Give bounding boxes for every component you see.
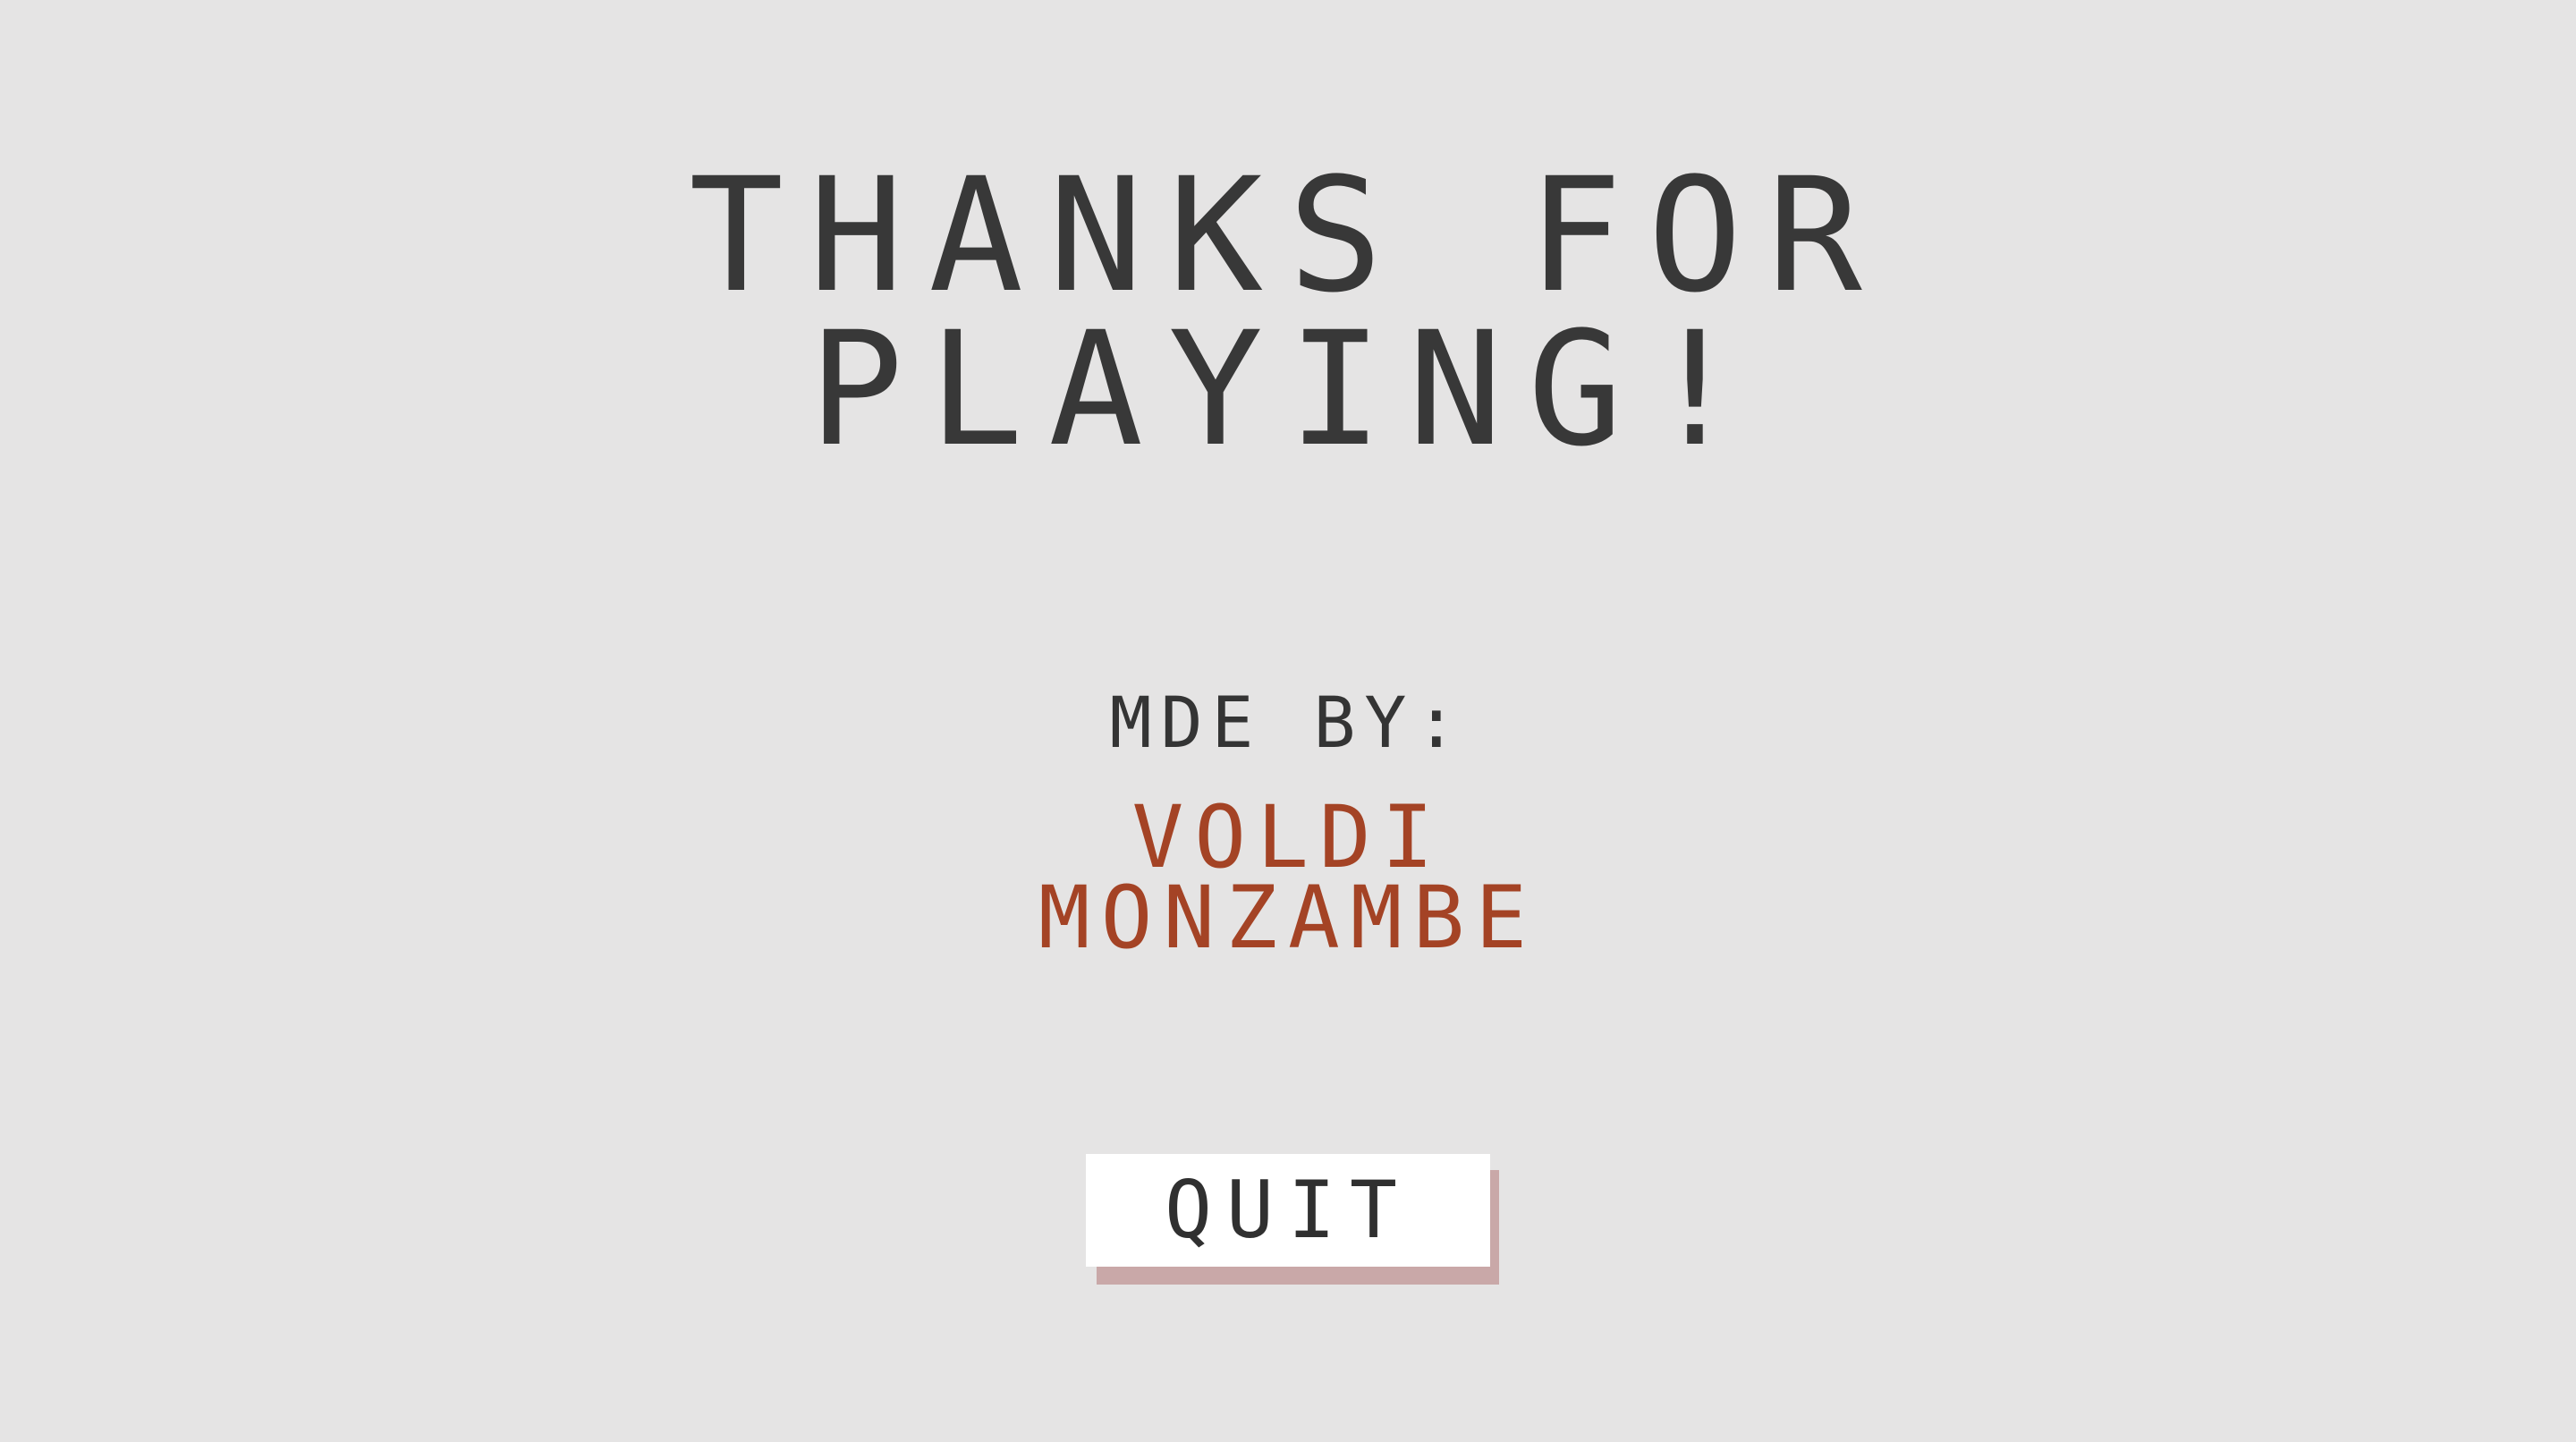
made-by-label: MDE BY: (1109, 683, 1467, 764)
thanks-title-line-2: PLAYING! (809, 298, 1767, 481)
quit-button[interactable]: QUIT (1086, 1154, 1490, 1267)
ending-screen: THANKS FOR PLAYING! MDE BY: VOLDI MONZAM… (0, 0, 2576, 1442)
thanks-title-line-1: THANKS FOR (689, 144, 1887, 327)
author-name-line-2: MONZAMBE (1038, 868, 1538, 968)
